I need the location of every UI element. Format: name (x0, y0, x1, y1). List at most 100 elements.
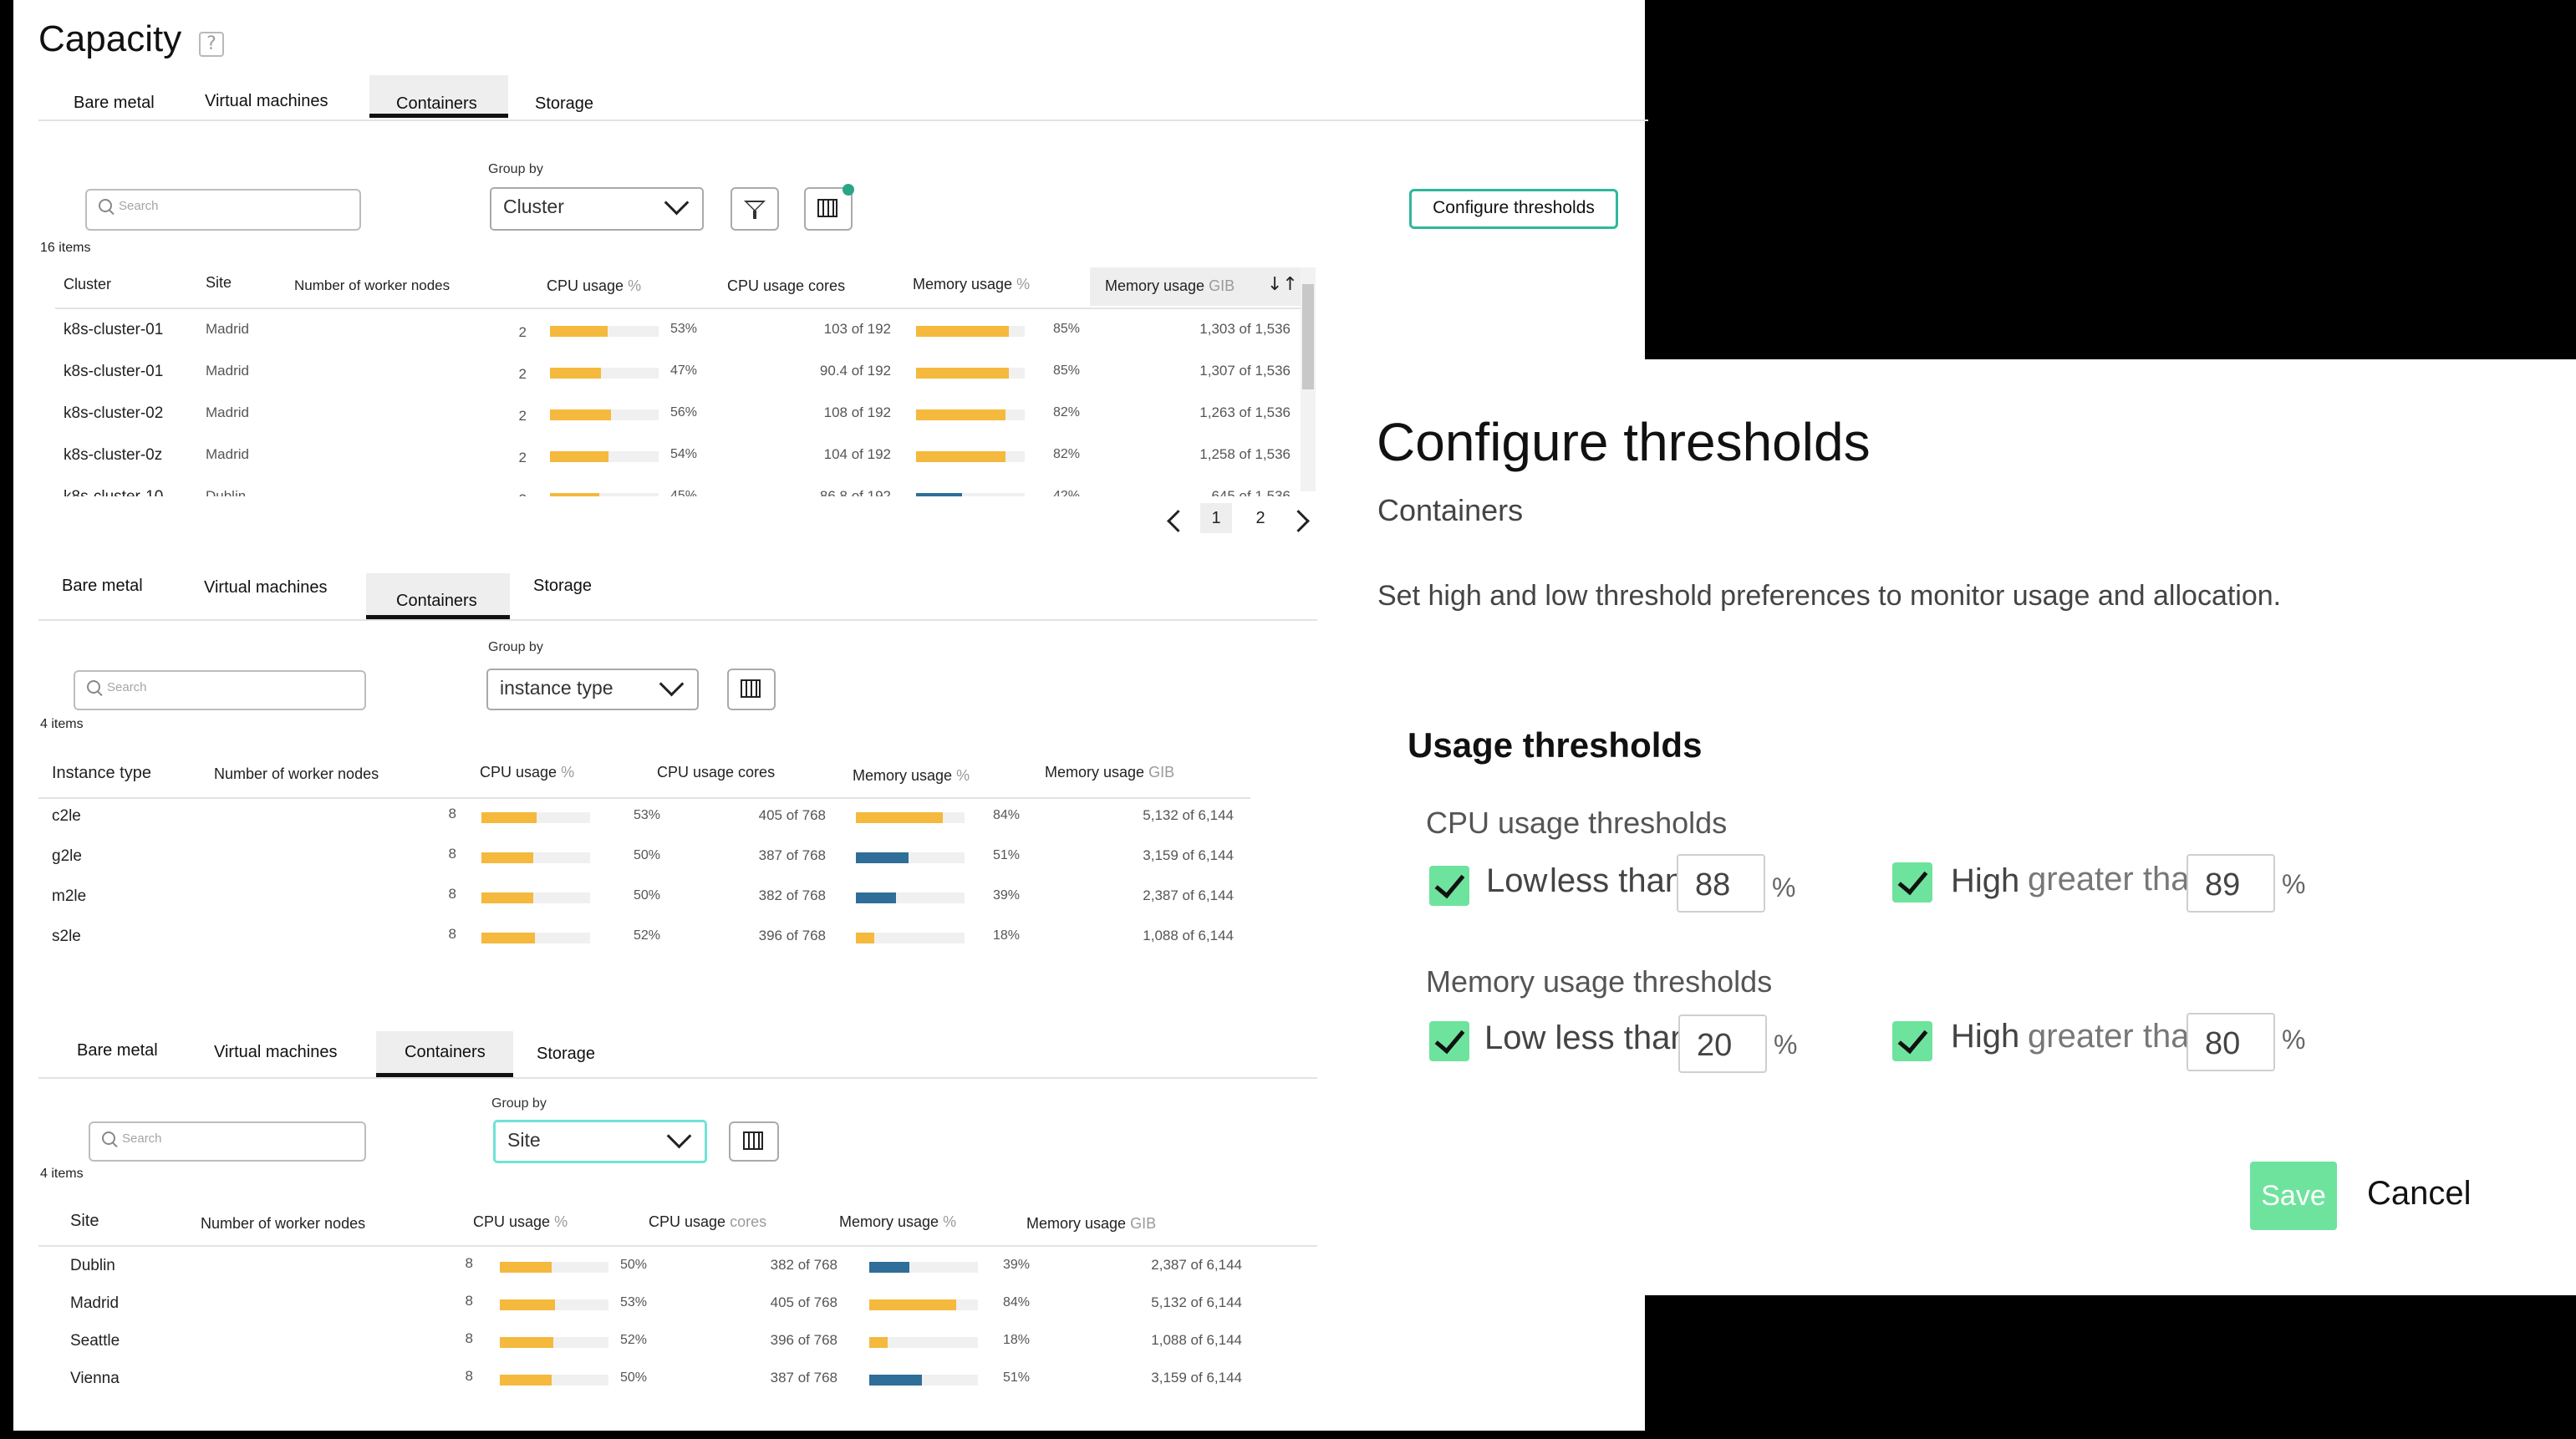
memory-low-input[interactable]: 20 (1678, 1014, 1767, 1073)
tab-storage[interactable]: Storage (535, 94, 593, 114)
col-workers-3[interactable]: Number of worker nodes (201, 1215, 365, 1233)
row-workers: 8 (448, 846, 456, 862)
col-cpu-cores-label-3: CPU usage (649, 1213, 726, 1230)
cpu-high-relation: greater than (2028, 861, 2208, 897)
page-1[interactable]: 1 (1200, 503, 1232, 533)
col-mem-usage-2[interactable]: Memory usage % (853, 767, 970, 785)
cancel-button[interactable]: Cancel (2367, 1175, 2472, 1213)
row-name: k8s-cluster-01 (64, 363, 164, 380)
search-input[interactable]: Search (85, 189, 361, 231)
col-cpu-usage-unit: % (628, 277, 642, 294)
save-button[interactable]: Save (2250, 1162, 2337, 1230)
cpu-low-checkbox[interactable] (1429, 866, 1469, 906)
row-name: m2le (52, 887, 87, 905)
memory-usage-bar (916, 451, 1025, 462)
cpu-usage-pct: 53% (620, 1295, 648, 1309)
cpu-usage-bar (550, 368, 659, 379)
col-cpu-usage-2[interactable]: CPU usage % (480, 764, 574, 781)
cpu-usage-cores: 90.4 of 192 (819, 363, 891, 379)
page-2[interactable]: 2 (1245, 503, 1275, 533)
cpu-usage-pct: 45% (670, 489, 698, 496)
cpu-high-checkbox[interactable] (1892, 862, 1932, 903)
table-body: k8s-cluster-01 Madrid 2 53% 103 of 192 85% 1,3… (50, 309, 1312, 496)
columns-button-2[interactable] (727, 669, 776, 710)
tab-virtual-machines-2[interactable]: Virtual machines (204, 578, 327, 597)
col-cpu-cores-3[interactable]: CPU usage cores (649, 1213, 766, 1231)
scrollbar-thumb[interactable] (1302, 284, 1314, 389)
col-instance-type[interactable]: Instance type (52, 764, 151, 783)
configure-thresholds-button[interactable]: Configure thresholds (1409, 189, 1618, 229)
cpu-low-relation: less than (1550, 862, 1684, 899)
row-name: s2le (52, 928, 81, 945)
col-cpu-usage[interactable]: CPU usage % (547, 277, 641, 295)
tab-bare-metal[interactable]: Bare metal (74, 94, 155, 113)
row-name: c2le (52, 807, 81, 825)
col-mem-usage[interactable]: Memory usage % (913, 276, 1030, 293)
cpu-usage-pct: 50% (620, 1370, 648, 1385)
cpu-usage-pct: 50% (634, 888, 661, 903)
tab-containers[interactable]: Containers (396, 94, 477, 114)
cpu-high-input[interactable]: 89 (2187, 854, 2275, 913)
group-by-select-3[interactable]: Site (493, 1120, 707, 1163)
tab-storage-3[interactable]: Storage (537, 1045, 595, 1064)
filter-button[interactable] (731, 187, 779, 231)
prev-page-icon[interactable] (1167, 510, 1189, 532)
col-cpu-usage-unit-3: % (554, 1213, 568, 1230)
col-mem-gib-2[interactable]: Memory usage GIB (1045, 764, 1174, 781)
tab-virtual-machines-3[interactable]: Virtual machines (214, 1043, 337, 1062)
col-cluster[interactable]: Cluster (64, 276, 111, 293)
memory-usage-bar-fill (916, 451, 1005, 462)
search-icon-3 (102, 1131, 115, 1145)
row-name: Vienna (70, 1370, 120, 1387)
group-by-label-2: Group by (488, 640, 543, 654)
cpu-usage-bar (550, 451, 659, 462)
col-mem-gib-3[interactable]: Memory usage GIB (1026, 1215, 1156, 1233)
row-workers: 8 (465, 1330, 473, 1346)
cpu-usage-bar-fill (550, 326, 608, 337)
group-by-select[interactable]: Cluster (490, 187, 704, 231)
tab-storage-2[interactable]: Storage (533, 577, 592, 596)
col-site-3[interactable]: Site (70, 1212, 99, 1231)
help-icon[interactable]: ? (199, 32, 224, 57)
col-site[interactable]: Site (206, 274, 232, 292)
search-input-3[interactable]: Search (89, 1121, 366, 1162)
thresholds-subtitle: Containers (1377, 493, 1524, 527)
group-by-select-2[interactable]: instance type (486, 669, 699, 710)
memory-usage-gib: 1,258 of 1,536 (1199, 446, 1291, 462)
cpu-usage-bar (500, 1337, 608, 1348)
row-name: Seattle (70, 1332, 120, 1350)
col-mem-usage-3[interactable]: Memory usage % (839, 1213, 956, 1231)
cpu-usage-bar (481, 933, 590, 943)
tab-containers-2[interactable]: Containers (396, 592, 477, 611)
search-input-2[interactable]: Search (74, 670, 366, 710)
row-workers: 2 (518, 408, 527, 424)
memory-usage-gib: 1,307 of 1,536 (1199, 363, 1291, 379)
memory-high-checkbox[interactable] (1892, 1021, 1932, 1061)
memory-high-input[interactable]: 80 (2187, 1013, 2275, 1071)
columns-button-3[interactable] (729, 1121, 779, 1162)
next-page-icon[interactable] (1287, 510, 1310, 532)
tab-bare-metal-2[interactable]: Bare metal (62, 577, 143, 596)
col-cpu-usage-3[interactable]: CPU usage % (473, 1213, 568, 1231)
col-cpu-cores[interactable]: CPU usage cores (727, 277, 845, 295)
cpu-usage-pct: 52% (634, 928, 661, 943)
item-count-2: 4 items (40, 717, 84, 731)
tab-bare-metal-3[interactable]: Bare metal (77, 1041, 158, 1060)
memory-low-checkbox[interactable] (1429, 1021, 1469, 1061)
col-cpu-cores-2[interactable]: CPU usage cores (657, 764, 775, 781)
col-workers[interactable]: Number of worker nodes (294, 277, 450, 294)
memory-usage-gib: 1,088 of 6,144 (1143, 928, 1234, 943)
frame-bottom-right (1645, 1295, 2576, 1439)
memory-usage-pct: 18% (1003, 1333, 1031, 1347)
col-workers-2[interactable]: Number of worker nodes (214, 765, 379, 783)
cpu-low-input[interactable]: 88 (1677, 854, 1765, 913)
row-name: g2le (52, 847, 82, 865)
row-workers: 8 (448, 886, 456, 902)
cpu-usage-pct: 50% (620, 1258, 648, 1272)
cpu-usage-bar (481, 892, 590, 903)
tab-containers-3[interactable]: Containers (405, 1043, 486, 1062)
tab-virtual-machines[interactable]: Virtual machines (205, 92, 328, 111)
col-mem-gib[interactable]: Memory usage GIB (1105, 277, 1235, 295)
group-by-value-2: instance type (500, 677, 613, 699)
sort-icon[interactable]: ↓↑ (1267, 274, 1298, 295)
